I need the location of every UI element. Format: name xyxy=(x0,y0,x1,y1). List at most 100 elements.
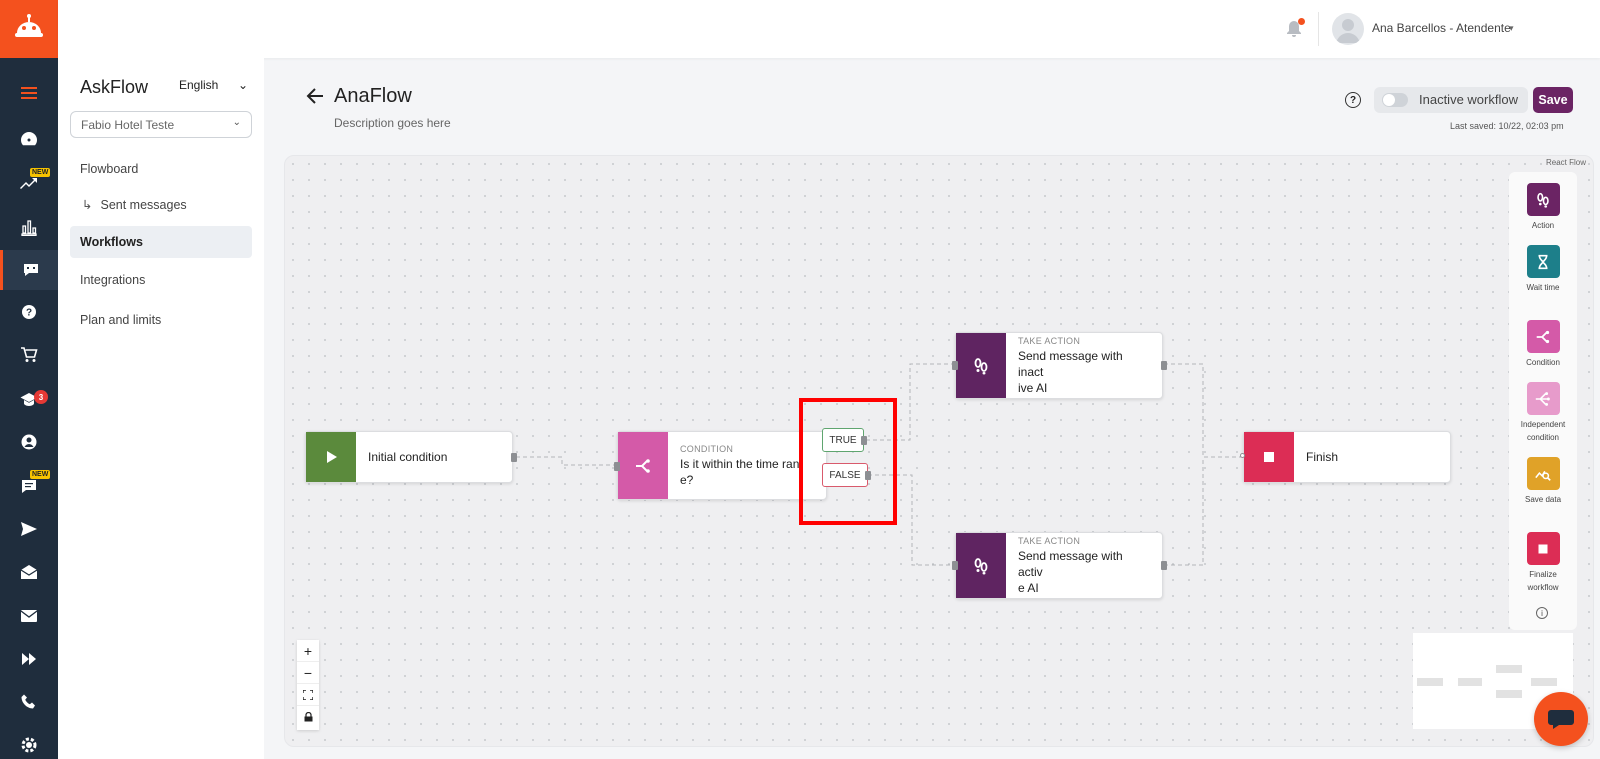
sidebar-item-label: Integrations xyxy=(80,273,146,287)
shopping-cart-icon[interactable] xyxy=(0,336,58,374)
node-initial-condition[interactable]: Initial condition xyxy=(305,431,517,483)
envelope-icon[interactable] xyxy=(0,597,58,635)
minimap-node xyxy=(1496,690,1522,698)
workflow-description[interactable]: Description goes here xyxy=(334,116,451,130)
node-label-line1: Is it within the time ran xyxy=(680,457,800,471)
chat-bot-icon[interactable] xyxy=(0,250,58,290)
help-circle-icon[interactable]: ? xyxy=(0,293,58,331)
node-output-handle[interactable] xyxy=(1161,361,1167,370)
back-arrow-icon[interactable] xyxy=(305,86,325,106)
node-label-line1: Send message with inact xyxy=(1018,349,1123,379)
palette-item-wait-time[interactable]: Wait time xyxy=(1509,245,1577,294)
nav-rail: NEW ? 3 NEW xyxy=(0,0,58,759)
sidebar-item-integrations[interactable]: Integrations xyxy=(70,264,252,296)
envelope-open-icon[interactable] xyxy=(0,553,58,591)
chat-bubble-icon xyxy=(1548,710,1574,729)
footprints-icon xyxy=(1526,183,1560,216)
palette-item-label: Condition xyxy=(1526,358,1560,367)
stop-icon xyxy=(1526,532,1560,565)
palette-item-condition[interactable]: Condition xyxy=(1509,320,1577,369)
workflow-status-label: Inactive workflow xyxy=(1419,92,1518,107)
node-kicker: CONDITION xyxy=(680,444,734,454)
user-circle-icon[interactable] xyxy=(0,423,58,461)
palette-item-label: Wait time xyxy=(1526,283,1560,292)
node-input-handle[interactable] xyxy=(952,561,958,570)
lock-icon xyxy=(304,712,312,722)
node-icon-box xyxy=(1244,432,1294,482)
palette-item-save-data[interactable]: Save data xyxy=(1509,457,1577,506)
palette-item-label: Finalize workflow xyxy=(1527,570,1559,592)
node-input-handle[interactable] xyxy=(1240,453,1245,458)
node-condition[interactable]: CONDITION Is it within the time ran e? xyxy=(614,431,827,500)
trending-chart-icon[interactable]: NEW xyxy=(0,165,58,203)
new-badge: NEW xyxy=(30,168,51,177)
toggle-knob xyxy=(1383,94,1395,106)
sidebar-item-workflows[interactable]: Workflows xyxy=(70,226,252,258)
node-icon-box xyxy=(956,333,1006,398)
node-body: Initial condition xyxy=(356,432,459,482)
message-icon[interactable]: NEW xyxy=(0,467,58,505)
node-input-handle[interactable] xyxy=(952,361,958,370)
fit-view-button[interactable] xyxy=(297,684,319,706)
fast-forward-icon[interactable] xyxy=(0,640,58,678)
palette-item-finalize-workflow[interactable]: Finalize workflow xyxy=(1509,532,1577,594)
property-select[interactable]: Fabio Hotel Teste ⌄ xyxy=(70,111,252,138)
app-logo[interactable] xyxy=(0,0,58,58)
notification-dot xyxy=(1298,18,1305,25)
node-icon-box xyxy=(618,432,668,499)
chevron-down-icon: ⌄ xyxy=(232,117,241,128)
chevron-down-icon[interactable]: ⌄ xyxy=(238,78,248,92)
node-label: Finish xyxy=(1306,450,1339,464)
toggle-switch[interactable] xyxy=(1382,93,1408,107)
workflow-title[interactable]: AnaFlow xyxy=(334,85,412,108)
node-output-handle[interactable] xyxy=(511,453,517,462)
node-input-handle[interactable] xyxy=(614,462,620,471)
palette-item-independent-condition[interactable]: Independent condition xyxy=(1509,382,1577,444)
fit-view-icon xyxy=(303,689,313,700)
zoom-out-button[interactable]: − xyxy=(297,662,319,684)
send-icon[interactable] xyxy=(0,510,58,548)
bot-logo-icon xyxy=(15,14,43,37)
node-kicker: TAKE ACTION xyxy=(1018,336,1081,346)
last-saved-text: Last saved: 10/22, 02:03 pm xyxy=(1450,121,1564,131)
dashboard-icon[interactable] xyxy=(0,120,58,158)
chat-widget-button[interactable] xyxy=(1534,692,1588,746)
chevron-down-icon[interactable]: ▾ xyxy=(1509,23,1514,34)
settings-icon[interactable] xyxy=(0,726,58,759)
lock-button[interactable] xyxy=(297,706,319,728)
node-action-inactive-ai[interactable]: TAKE ACTION Send message with inact ive … xyxy=(952,332,1167,399)
node-label-line2: e AI xyxy=(1018,581,1039,595)
phone-icon[interactable] xyxy=(0,683,58,721)
graduation-cap-icon[interactable]: 3 xyxy=(0,380,58,418)
bar-chart-icon[interactable] xyxy=(0,208,58,246)
node-action-active-ai[interactable]: TAKE ACTION Send message with activ e AI xyxy=(952,532,1167,599)
palette-item-label: Save data xyxy=(1524,495,1562,504)
language-select[interactable]: English xyxy=(179,78,218,92)
user-avatar[interactable] xyxy=(1332,13,1364,45)
workflow-status-toggle[interactable]: Inactive workflow xyxy=(1374,87,1528,113)
save-button[interactable]: Save xyxy=(1533,87,1573,113)
node-body: TAKE ACTION Send message with inact ive … xyxy=(1006,333,1162,398)
palette-item-action[interactable]: Action xyxy=(1509,183,1577,232)
node-output-handle[interactable] xyxy=(1161,561,1167,570)
zoom-in-button[interactable]: + xyxy=(297,640,319,662)
sidebar-item-flowboard[interactable]: Flowboard xyxy=(70,153,252,185)
branch-icon xyxy=(1526,320,1560,353)
node-body: Finish xyxy=(1294,432,1350,482)
user-name[interactable]: Ana Barcellos - Atendente xyxy=(1372,21,1511,35)
property-select-value: Fabio Hotel Teste xyxy=(81,118,175,132)
sidebar-item-label: Flowboard xyxy=(80,162,139,176)
info-icon[interactable]: i xyxy=(1536,607,1548,619)
sidebar-item-plan-and-limits[interactable]: Plan and limits xyxy=(70,304,252,336)
sidebar-item-label: Workflows xyxy=(80,235,143,249)
top-bar xyxy=(58,0,1600,58)
node-label: Initial condition xyxy=(368,450,448,464)
react-flow-attribution[interactable]: React Flow xyxy=(1546,158,1586,167)
node-kicker: TAKE ACTION xyxy=(1018,536,1081,546)
sidebar-item-sent-messages[interactable]: ↳ Sent messages xyxy=(70,188,252,220)
hamburger-menu-icon[interactable] xyxy=(0,74,58,112)
node-label-line2: e? xyxy=(680,473,694,487)
node-finish[interactable]: Finish xyxy=(1240,431,1451,483)
chart-search-icon xyxy=(1526,457,1560,490)
help-icon[interactable]: ? xyxy=(1345,92,1361,108)
